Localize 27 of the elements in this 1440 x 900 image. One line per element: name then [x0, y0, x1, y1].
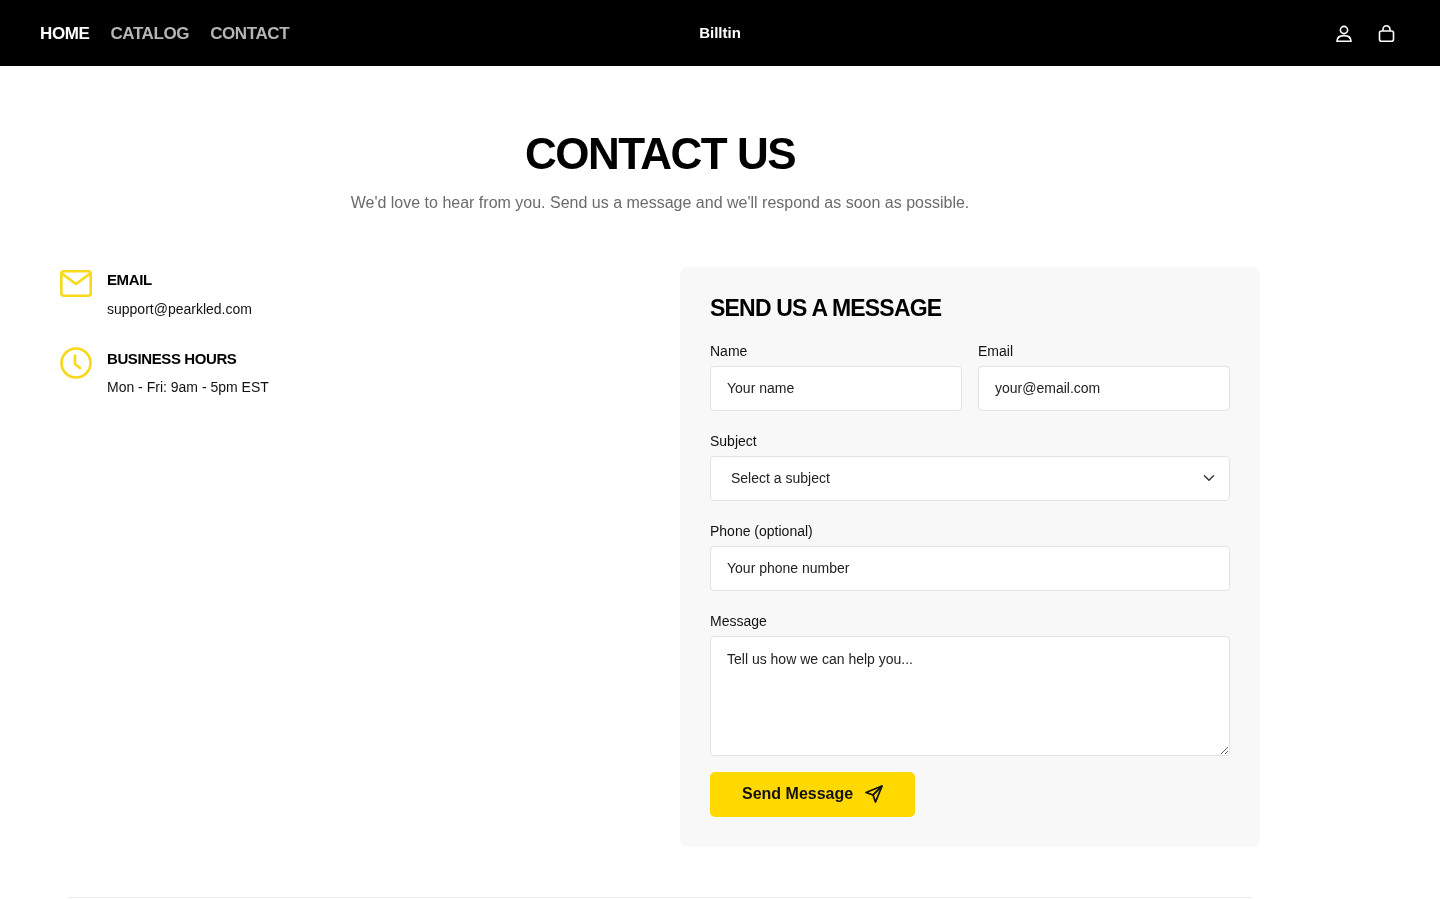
info-value: support@pearkled.com — [107, 299, 252, 319]
send-message-button[interactable]: Send Message — [710, 771, 916, 817]
nav-link[interactable]: CONTACT — [210, 24, 290, 42]
input-field[interactable]: Your phone number — [710, 545, 1230, 591]
nav-link[interactable]: HOME — [40, 24, 90, 42]
paper-plane-icon — [865, 785, 884, 804]
subject-select[interactable]: Select a subject — [710, 455, 1230, 501]
shopping-bag-icon[interactable] — [1378, 24, 1395, 42]
field-label: Name — [710, 341, 749, 361]
info-title: BUSINESS HOURS — [107, 348, 238, 369]
field-label: Message — [710, 611, 768, 631]
clock-icon — [60, 346, 92, 379]
field-label: Subject — [710, 431, 758, 451]
info-title: EMAIL — [107, 270, 153, 290]
form-title: SEND US A MESSAGE — [710, 295, 943, 323]
input-field[interactable]: your@email.com — [978, 365, 1230, 411]
field-label: Phone (optional) — [710, 521, 814, 541]
user-icon[interactable] — [1336, 24, 1352, 42]
brand-name[interactable]: Billtin — [699, 21, 741, 45]
page-subtitle: We'd love to hear from you. Send us a message and we'll respond as soon as possible. — [350, 193, 970, 213]
nav-link[interactable]: CATALOG — [110, 24, 190, 42]
field-label: Email — [978, 341, 1014, 361]
envelope-icon — [60, 270, 92, 297]
page-title: CONTACT US — [524, 132, 796, 176]
message-textarea[interactable]: Tell us how we can help you... — [710, 635, 1230, 756]
input-field[interactable]: Your name — [710, 365, 962, 411]
info-value: Mon - Fri: 9am - 5pm EST — [107, 378, 269, 397]
